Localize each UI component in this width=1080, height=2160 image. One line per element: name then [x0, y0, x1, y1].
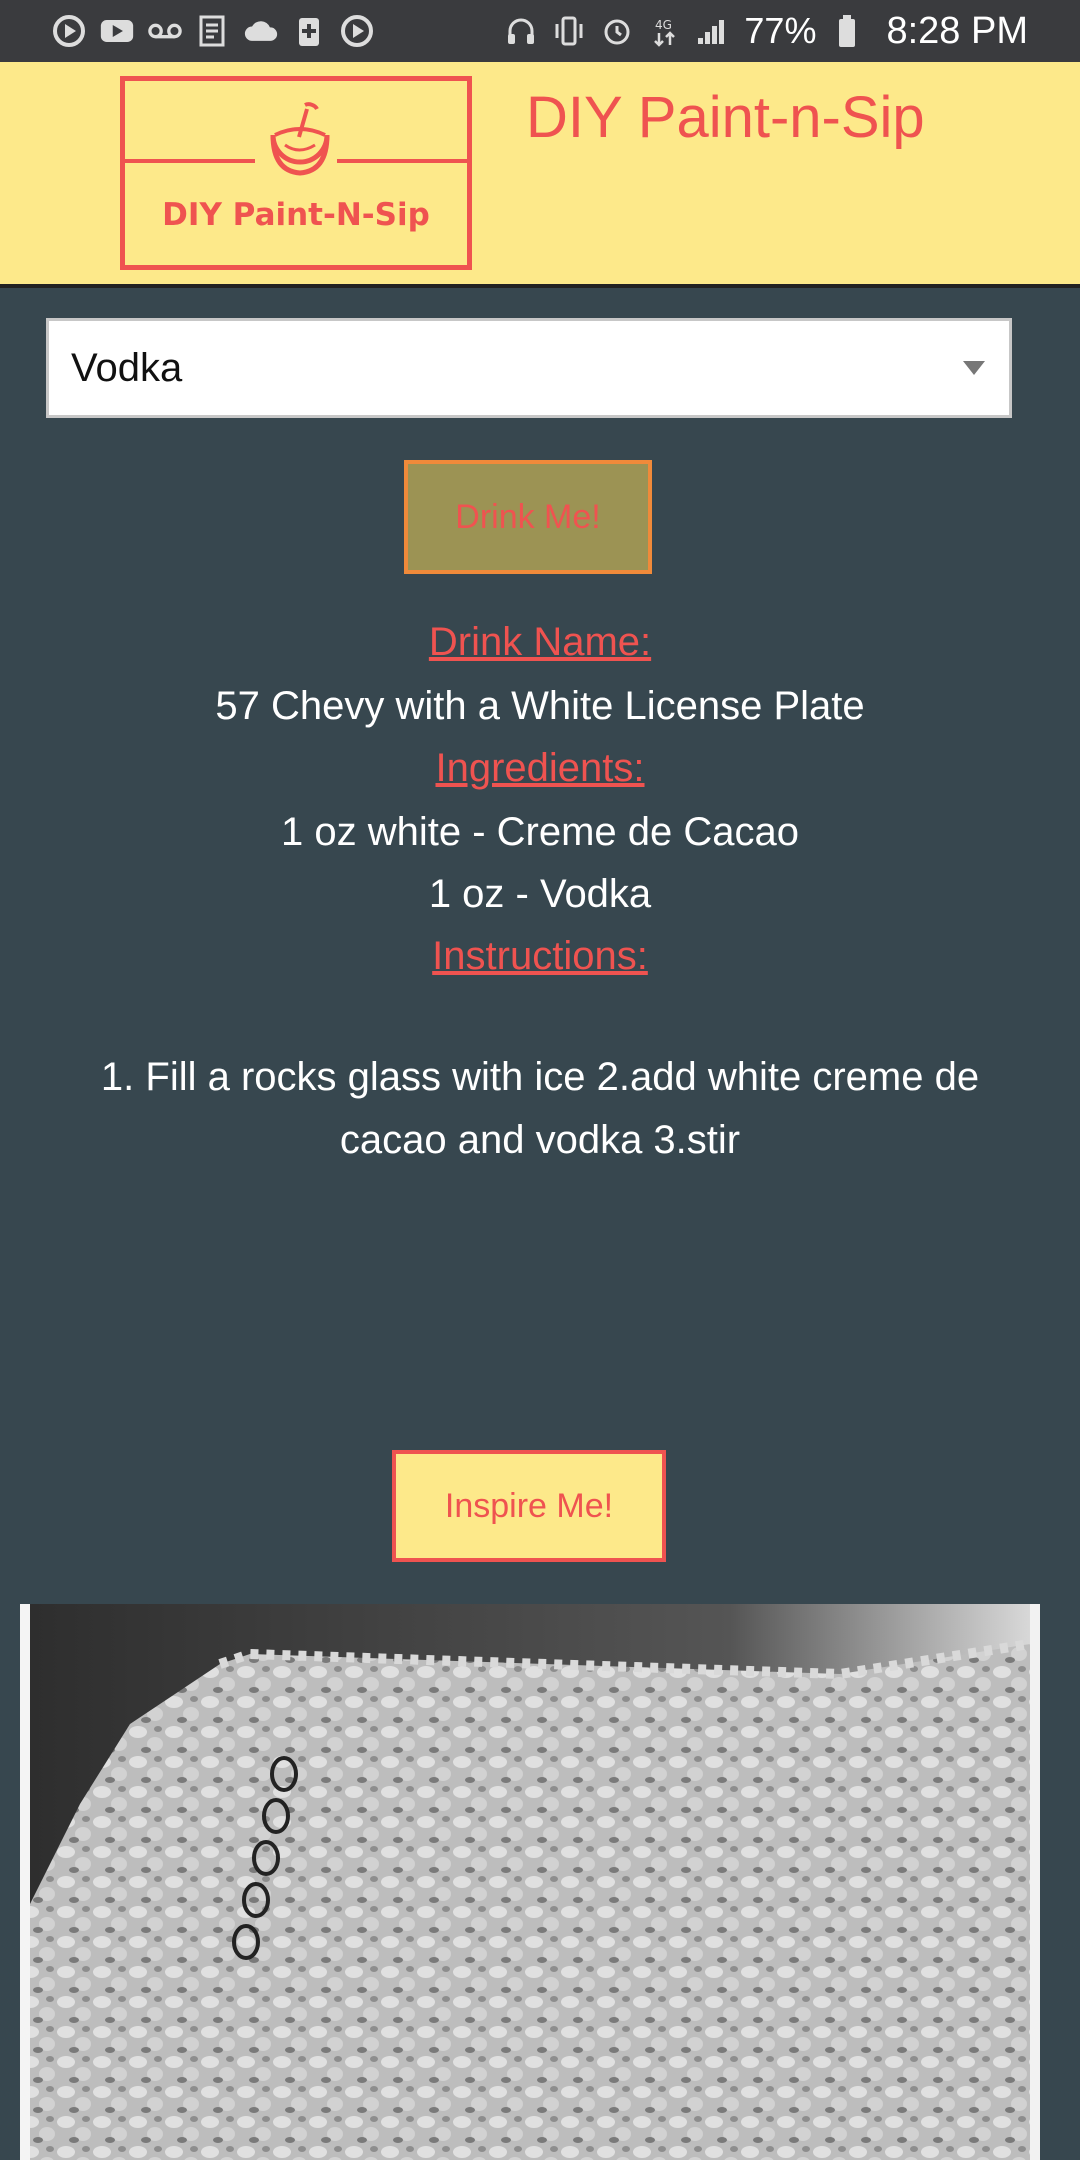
drink-name-label-row: Drink Name:	[0, 620, 1080, 665]
drink-name-label: Drink Name:	[428, 620, 652, 664]
signal-icon	[696, 14, 730, 48]
ingredient-row: 1 oz white - Creme de Cacao	[0, 810, 1080, 855]
news-icon	[196, 14, 230, 48]
status-notifications	[52, 14, 374, 48]
battery-percent: 77%	[744, 10, 817, 51]
dropdown-arrow-icon	[963, 361, 985, 375]
status-indicators: 4G 77% 8:28 PM	[504, 10, 1028, 53]
ingredient-row: 1 oz - Vodka	[0, 872, 1080, 917]
logo-divider	[125, 159, 255, 163]
coconut-drink-icon	[270, 102, 330, 176]
lace-artwork-image	[20, 1604, 1040, 2160]
logo-text: DIY Paint-N-Sip	[162, 197, 430, 233]
battery-icon	[830, 14, 864, 48]
play-circle-icon	[52, 14, 86, 48]
drink-name-row: 57 Chevy with a White License Plate	[0, 684, 1080, 729]
play-circle-icon	[340, 14, 374, 48]
drink-name: 57 Chevy with a White License Plate	[215, 684, 865, 728]
instructions-label: Instructions:	[432, 934, 648, 978]
spirit-select[interactable]: Vodka	[46, 318, 1012, 418]
app-header: DIY Paint-N-Sip DIY Paint-n-Sip	[0, 62, 1080, 288]
spirit-select-value: Vodka	[71, 345, 183, 390]
logo[interactable]: DIY Paint-N-Sip	[120, 76, 472, 270]
inspire-me-button[interactable]: Inspire Me!	[392, 1450, 666, 1562]
clock: 8:28 PM	[886, 9, 1028, 52]
vibrate-icon	[552, 14, 586, 48]
plus-box-icon	[292, 14, 326, 48]
drink-me-button[interactable]: Drink Me!	[404, 460, 652, 574]
lace-artwork-graphic	[20, 1604, 1040, 2160]
ingredients-label-row: Ingredients:	[0, 746, 1080, 791]
instructions-text: 1. Fill a rocks glass with ice 2.add whi…	[100, 1055, 980, 1162]
alarm-icon	[600, 14, 634, 48]
instructions-label-row: Instructions:	[0, 934, 1080, 979]
app-title: DIY Paint-n-Sip	[526, 85, 925, 150]
data-4g-icon: 4G	[648, 14, 682, 48]
ingredient-item: 1 oz white - Creme de Cacao	[280, 810, 799, 854]
headphones-icon	[504, 14, 538, 48]
cloud-icon	[244, 14, 278, 48]
youtube-icon	[100, 14, 134, 48]
svg-text:4G: 4G	[655, 18, 672, 32]
voicemail-icon	[148, 14, 182, 48]
ingredient-item: 1 oz - Vodka	[428, 872, 652, 916]
status-bar: 4G 77% 8:28 PM	[0, 0, 1080, 62]
ingredients-label: Ingredients:	[435, 746, 645, 790]
logo-divider	[337, 159, 467, 163]
